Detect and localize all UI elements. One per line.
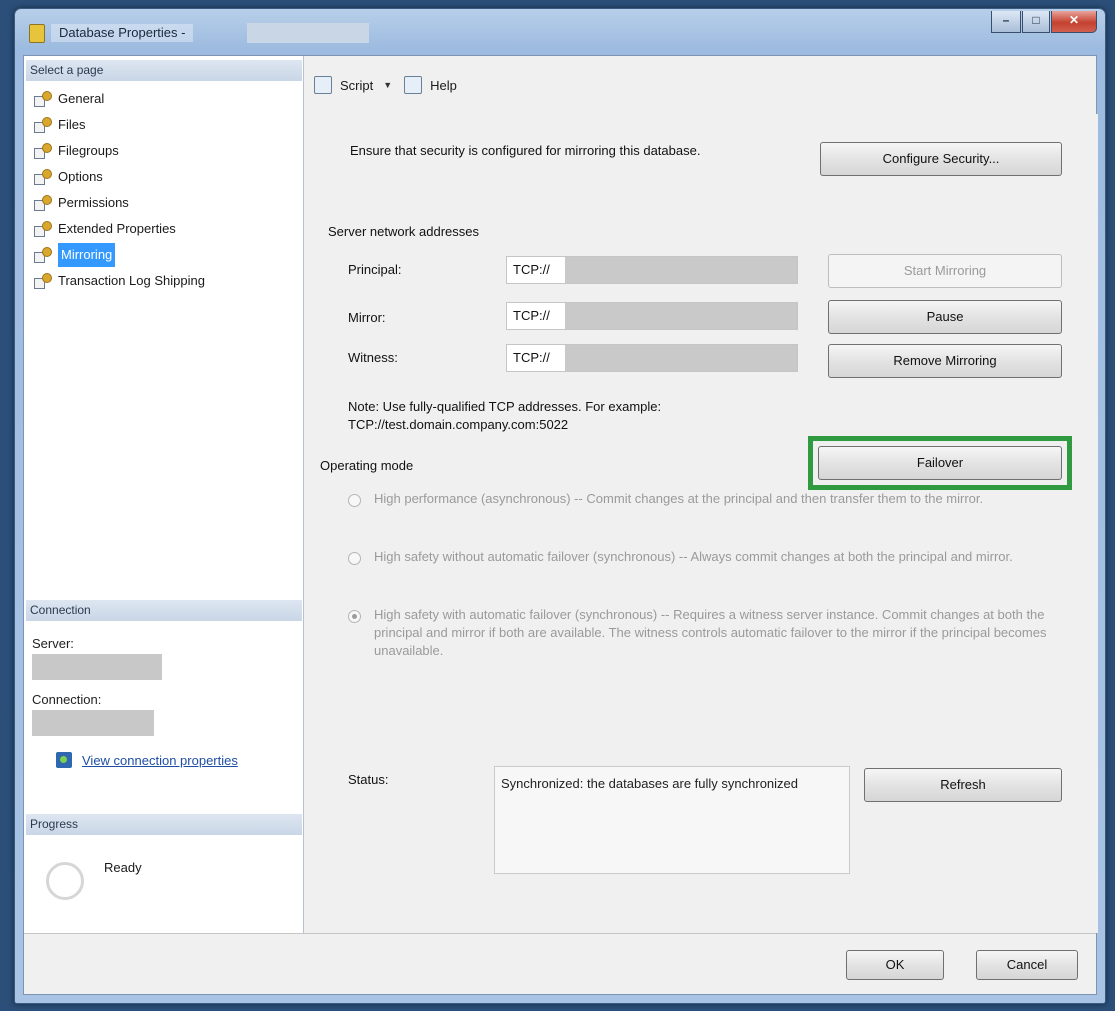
mode-automatic-failover-label: High safety with automatic failover (syn… — [374, 607, 1047, 658]
mirror-address-value: TCP:// — [513, 308, 550, 323]
help-icon — [404, 76, 423, 94]
mode-high-performance-label: High performance (asynchronous) -- Commi… — [374, 491, 984, 506]
page-label: Transaction Log Shipping — [58, 273, 205, 288]
page-icon — [34, 273, 52, 289]
minimize-button[interactable]: – — [991, 11, 1021, 33]
server-redacted — [32, 654, 162, 680]
cancel-button[interactable]: Cancel — [976, 950, 1078, 980]
mirror-label: Mirror: — [348, 310, 386, 325]
page-icon — [34, 91, 52, 107]
page-item-general[interactable]: General — [34, 86, 205, 112]
page-icon — [34, 247, 52, 263]
mirroring-page: Ensure that security is configured for m… — [312, 114, 1098, 933]
progress-spinner-icon — [46, 862, 84, 900]
window-title: Database Properties - — [51, 24, 194, 42]
help-button[interactable]: Help — [430, 78, 457, 93]
status-value: Synchronized: the databases are fully sy… — [501, 776, 799, 791]
page-item-mirroring[interactable]: Mirroring — [34, 242, 205, 268]
button-bar: OK Cancel — [24, 934, 1096, 994]
page-icon — [34, 195, 52, 211]
page-item-transaction-log-shipping[interactable]: Transaction Log Shipping — [34, 268, 205, 294]
witness-address-field[interactable]: TCP:// — [506, 344, 798, 372]
connection-properties-icon — [56, 752, 72, 768]
progress-status: Ready — [104, 860, 142, 875]
configure-security-button[interactable]: Configure Security... — [820, 142, 1062, 176]
page-icon — [34, 143, 52, 159]
pause-button[interactable]: Pause — [828, 300, 1062, 334]
maximize-button[interactable]: □ — [1022, 11, 1050, 33]
chevron-down-icon[interactable]: ▼ — [383, 80, 392, 90]
status-box: Synchronized: the databases are fully sy… — [494, 766, 850, 874]
refresh-button[interactable]: Refresh — [864, 768, 1062, 802]
view-connection-properties[interactable]: View connection properties — [56, 752, 238, 768]
remove-mirroring-button[interactable]: Remove Mirroring — [828, 344, 1062, 378]
mode-high-safety-radio[interactable] — [348, 552, 361, 565]
connection-header: Connection — [26, 600, 302, 621]
page-icon — [34, 117, 52, 133]
connection-label: Connection: — [32, 692, 102, 707]
page-item-permissions[interactable]: Permissions — [34, 190, 205, 216]
page-icon — [34, 169, 52, 185]
server-label: Server: — [32, 636, 74, 651]
security-text: Ensure that security is configured for m… — [350, 143, 701, 158]
principal-address-field[interactable]: TCP:// — [506, 256, 798, 284]
witness-address-value: TCP:// — [513, 350, 550, 365]
page-label: Files — [58, 117, 86, 132]
toolbar: Script ▼ Help — [314, 76, 457, 94]
mirror-redacted — [565, 303, 797, 329]
principal-label: Principal: — [348, 262, 402, 277]
note-example: TCP://test.domain.company.com:5022 — [348, 417, 569, 432]
note-text: Note: Use fully-qualified TCP addresses.… — [348, 399, 662, 414]
page-label: Options — [58, 169, 103, 184]
ok-button[interactable]: OK — [846, 950, 944, 980]
caption-buttons: – □ ✕ — [991, 11, 1097, 33]
mirror-address-field[interactable]: TCP:// — [506, 302, 798, 330]
address-note: Note: Use fully-qualified TCP addresses.… — [348, 398, 661, 434]
script-icon — [314, 76, 332, 94]
database-icon — [29, 24, 45, 43]
page-label: General — [58, 91, 105, 106]
failover-button[interactable]: Failover — [818, 446, 1062, 480]
left-pane: Select a page General Files Filegroups O… — [24, 56, 304, 933]
page-label: Mirroring — [58, 243, 116, 267]
page-item-filegroups[interactable]: Filegroups — [34, 138, 205, 164]
page-list: General Files Filegroups Options Permiss… — [34, 86, 205, 294]
page-label: Permissions — [58, 195, 129, 210]
witness-redacted — [565, 345, 797, 371]
connection-redacted — [32, 710, 154, 736]
status-label: Status: — [348, 772, 389, 787]
close-button[interactable]: ✕ — [1051, 11, 1097, 33]
script-button[interactable]: Script — [340, 78, 373, 93]
dialog-client: Select a page General Files Filegroups O… — [23, 55, 1098, 995]
page-item-extended-properties[interactable]: Extended Properties — [34, 216, 205, 242]
mode-automatic-failover-radio[interactable] — [348, 610, 361, 623]
page-item-options[interactable]: Options — [34, 164, 205, 190]
dialog-window: Database Properties - – □ ✕ Select a pag… — [14, 8, 1106, 1004]
operating-mode-label: Operating mode — [320, 458, 414, 473]
select-page-header: Select a page — [26, 60, 302, 81]
page-item-files[interactable]: Files — [34, 112, 205, 138]
mode-high-performance-radio[interactable] — [348, 494, 361, 507]
page-icon — [34, 221, 52, 237]
server-addresses-label: Server network addresses — [328, 224, 480, 239]
title-redacted-area — [247, 23, 369, 43]
title-bar[interactable]: Database Properties - – □ ✕ — [15, 9, 1105, 51]
page-label: Extended Properties — [58, 221, 176, 236]
principal-address-value: TCP:// — [513, 262, 550, 277]
page-label: Filegroups — [58, 143, 119, 158]
progress-header: Progress — [26, 814, 302, 835]
principal-redacted — [565, 257, 797, 283]
start-mirroring-button[interactable]: Start Mirroring — [828, 254, 1062, 288]
mode-high-safety-label: High safety without automatic failover (… — [374, 549, 1013, 564]
view-connection-properties-link[interactable]: View connection properties — [82, 753, 238, 768]
witness-label: Witness: — [348, 350, 398, 365]
